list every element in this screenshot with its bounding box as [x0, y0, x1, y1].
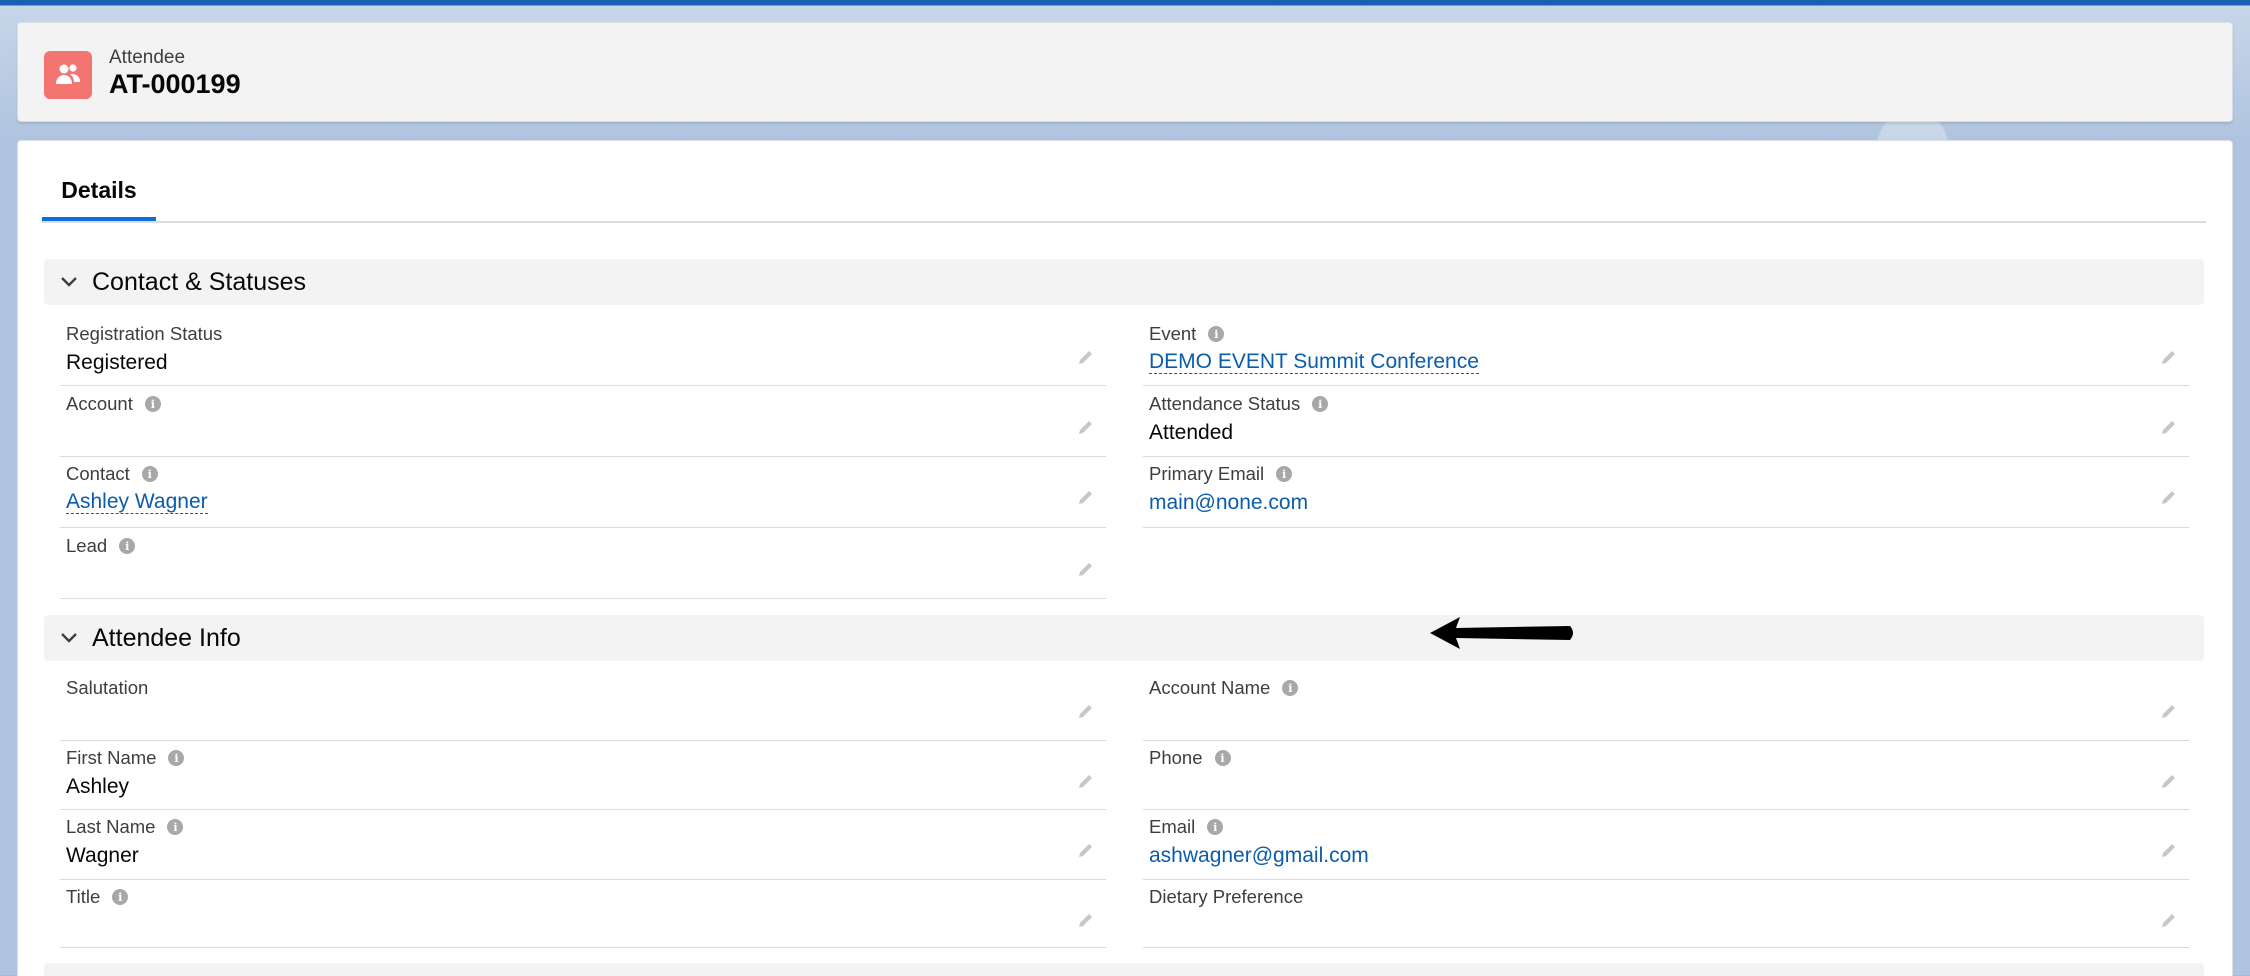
section-title: Contact & Statuses — [92, 267, 307, 296]
pencil-icon[interactable] — [1076, 910, 1096, 930]
record-header: Attendee AT-000199 — [17, 22, 2233, 122]
chevron-down-icon — [58, 627, 80, 649]
info-icon[interactable]: i — [1207, 819, 1224, 835]
field-value: Registered — [66, 351, 168, 374]
field-label: Attendance Status — [1149, 393, 1301, 414]
field-label: Event — [1149, 323, 1197, 344]
record-title: AT-000199 — [109, 69, 241, 99]
section-header-next — [44, 963, 2204, 976]
pencil-icon[interactable] — [2159, 840, 2179, 860]
field-value: Wagner — [66, 844, 139, 867]
info-icon[interactable]: i — [144, 396, 161, 412]
event-link[interactable]: DEMO EVENT Summit Conference — [1149, 351, 1479, 374]
field-phone: Phone i — [1143, 741, 2189, 810]
pencil-icon[interactable] — [2159, 771, 2179, 791]
info-icon[interactable]: i — [1312, 396, 1329, 412]
arrow-left-icon — [1430, 617, 1573, 649]
info-icon[interactable]: i — [1208, 326, 1225, 342]
pencil-icon[interactable] — [1076, 840, 1096, 860]
tab-bar: Details — [42, 169, 2206, 223]
pencil-icon[interactable] — [1076, 771, 1096, 791]
field-account: Account i — [60, 387, 1106, 457]
field-label: Lead — [66, 535, 108, 556]
field-label: Phone — [1149, 747, 1203, 768]
field-label: Title — [66, 886, 101, 907]
field-label: Registration Status — [66, 323, 223, 344]
chevron-down-icon — [58, 271, 80, 293]
field-primary-email: Primary Email i main@none.com — [1143, 457, 2189, 528]
field-label: Last Name — [66, 816, 156, 837]
field-event: Event i DEMO EVENT Summit Conference — [1143, 317, 2189, 386]
info-icon[interactable]: i — [119, 538, 136, 554]
info-icon[interactable]: i — [1276, 466, 1293, 482]
record-object-type: Attendee — [109, 47, 186, 68]
field-lead: Lead i — [60, 529, 1106, 599]
info-icon[interactable]: i — [141, 466, 158, 482]
details-panel: Details Contact & Statuses Registration … — [17, 140, 2233, 976]
info-icon[interactable]: i — [1214, 750, 1231, 766]
field-label: Primary Email — [1149, 463, 1265, 484]
pencil-icon[interactable] — [2159, 347, 2179, 367]
field-label: Account Name — [1149, 677, 1271, 698]
info-icon[interactable]: i — [168, 750, 185, 766]
field-label: Account — [66, 393, 133, 414]
attendee-icon — [44, 51, 92, 99]
pencil-icon[interactable] — [1076, 487, 1096, 507]
field-label: Email — [1149, 816, 1196, 837]
info-icon[interactable]: i — [167, 819, 184, 835]
email-link[interactable]: ashwagner@gmail.com — [1149, 844, 1369, 868]
pencil-icon[interactable] — [1076, 417, 1096, 437]
pencil-icon[interactable] — [1076, 347, 1096, 367]
pencil-icon[interactable] — [1076, 559, 1096, 579]
section-header-contact-statuses[interactable]: Contact & Statuses — [44, 259, 2204, 305]
info-icon[interactable]: i — [112, 889, 129, 905]
tab-details[interactable]: Details — [42, 169, 156, 221]
field-attendance-status: Attendance Status i Attended — [1143, 387, 2189, 457]
field-title: Title i — [60, 880, 1106, 948]
field-label: Dietary Preference — [1149, 886, 1304, 907]
pencil-icon[interactable] — [2159, 910, 2179, 930]
field-label: Contact — [66, 463, 130, 484]
field-value: Attended — [1149, 421, 1234, 444]
field-label: First Name — [66, 747, 157, 768]
field-account-name: Account Name i — [1143, 671, 2189, 741]
primary-email-link[interactable]: main@none.com — [1149, 491, 1308, 515]
pencil-icon[interactable] — [2159, 701, 2179, 721]
pencil-icon[interactable] — [1076, 701, 1096, 721]
section-title: Attendee Info — [92, 623, 241, 652]
field-email: Email i ashwagner@gmail.com — [1143, 810, 2189, 880]
field-value: Ashley — [66, 775, 130, 798]
field-contact: Contact i Ashley Wagner — [60, 457, 1106, 528]
field-salutation: Salutation — [60, 671, 1106, 741]
field-dietary-preference: Dietary Preference — [1143, 880, 2189, 948]
field-label: Salutation — [66, 677, 149, 698]
contact-link[interactable]: Ashley Wagner — [66, 491, 208, 514]
info-icon[interactable]: i — [1282, 680, 1299, 696]
field-last-name: Last Name i Wagner — [60, 810, 1106, 880]
section-header-attendee-info[interactable]: Attendee Info — [44, 615, 2204, 661]
field-first-name: First Name i Ashley — [60, 741, 1106, 810]
field-registration-status: Registration Status Registered — [60, 317, 1106, 386]
pencil-icon[interactable] — [2159, 417, 2179, 437]
top-brand-strip — [0, 0, 2250, 5]
pencil-icon[interactable] — [2159, 487, 2179, 507]
